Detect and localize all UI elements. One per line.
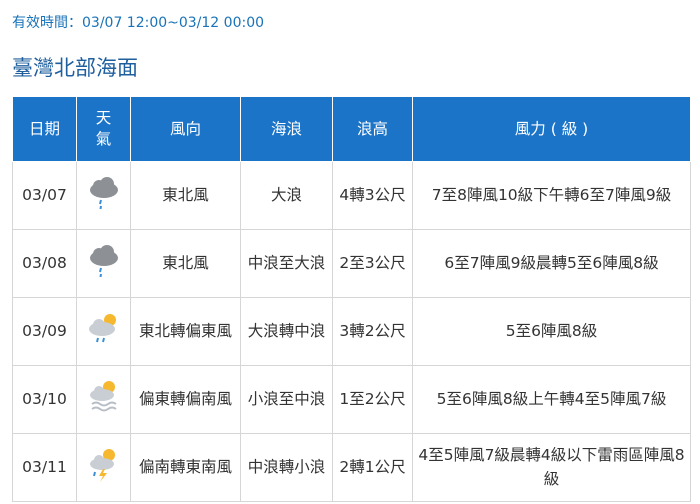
row-wave: 中浪至大浪 [240,229,333,298]
partly-cloudy-thunderstorm-icon [89,448,115,482]
header-wave-height: 浪高 [332,96,413,162]
table-row: 03/07 東北風 大浪 4轉3公尺 7至8陣風10級下午轉6至7陣風9級 [12,161,691,230]
row-weather [76,433,131,502]
row-wind-direction: 東北轉偏東風 [130,297,241,366]
row-wave-height: 2至3公尺 [332,229,413,298]
row-wind-force: 5至6陣風8級 [412,297,691,366]
row-wave-height: 4轉3公尺 [332,161,413,230]
region-title: 臺灣北部海面 [12,56,138,80]
row-weather [76,161,131,230]
row-wind-force: 4至5陣風7級晨轉4級以下雷雨區陣風8級 [412,433,691,502]
forecast-table: 日期 天 氣 風向 海浪 浪高 風力 ( 級 ) 03/07 東北風 大浪 4轉… [12,96,691,502]
header-wave: 海浪 [240,96,333,162]
header-weather-line1: 天 [95,109,112,128]
table-row: 03/09 東北轉偏東風 大浪轉中浪 3轉2公尺 5至6陣風8級 [12,297,691,366]
row-wind-direction: 偏南轉東南風 [130,433,241,502]
cloudy-rain-icon [89,244,118,278]
row-date: 03/10 [12,365,77,434]
row-date: 03/11 [12,433,77,502]
row-weather [76,297,131,366]
row-wave: 大浪 [240,161,333,230]
row-date: 03/08 [12,229,77,298]
row-wave: 小浪至中浪 [240,365,333,434]
table-header-row: 日期 天 氣 風向 海浪 浪高 風力 ( 級 ) [12,96,691,162]
row-wind-direction: 東北風 [130,161,241,230]
table-row: 03/11 偏南轉東南風 中浪轉小浪 2轉1公尺 4至5陣風7級晨轉4級以下雷雨… [12,433,691,502]
header-weather: 天 氣 [76,96,131,162]
row-weather [76,229,131,298]
row-weather [76,365,131,434]
row-wave: 中浪轉小浪 [240,433,333,502]
header-wind-force: 風力 ( 級 ) [412,96,691,162]
header-date: 日期 [12,96,77,162]
row-date: 03/07 [12,161,77,230]
row-wind-force: 7至8陣風10級下午轉6至7陣風9級 [412,161,691,230]
row-wave: 大浪轉中浪 [240,297,333,366]
partly-cloudy-fog-icon [89,380,117,412]
row-wind-direction: 偏東轉偏南風 [130,365,241,434]
cloudy-rain-icon [89,176,118,210]
row-date: 03/09 [12,297,77,366]
row-wind-force: 6至7陣風9級晨轉5至6陣風8級 [412,229,691,298]
valid-period: 有效時間：03/07 12:00~03/12 00:00 [12,15,265,31]
row-wave-height: 1至2公尺 [332,365,413,434]
header-weather-line2: 氣 [95,130,112,148]
row-wave-height: 2轉1公尺 [332,433,413,502]
row-wind-direction: 東北風 [130,229,241,298]
row-wave-height: 3轉2公尺 [332,297,413,366]
partly-cloudy-rain-icon [88,313,116,343]
table-row: 03/10 偏東轉偏南風 小浪至中浪 1至2公尺 5至6陣風8級上午轉4至5陣風… [12,365,691,434]
header-wind-direction: 風向 [130,96,241,162]
table-row: 03/08 東北風 中浪至大浪 2至3公尺 6至7陣風9級晨轉5至6陣風8級 [12,229,691,298]
row-wind-force: 5至6陣風8級上午轉4至5陣風7級 [412,365,691,434]
